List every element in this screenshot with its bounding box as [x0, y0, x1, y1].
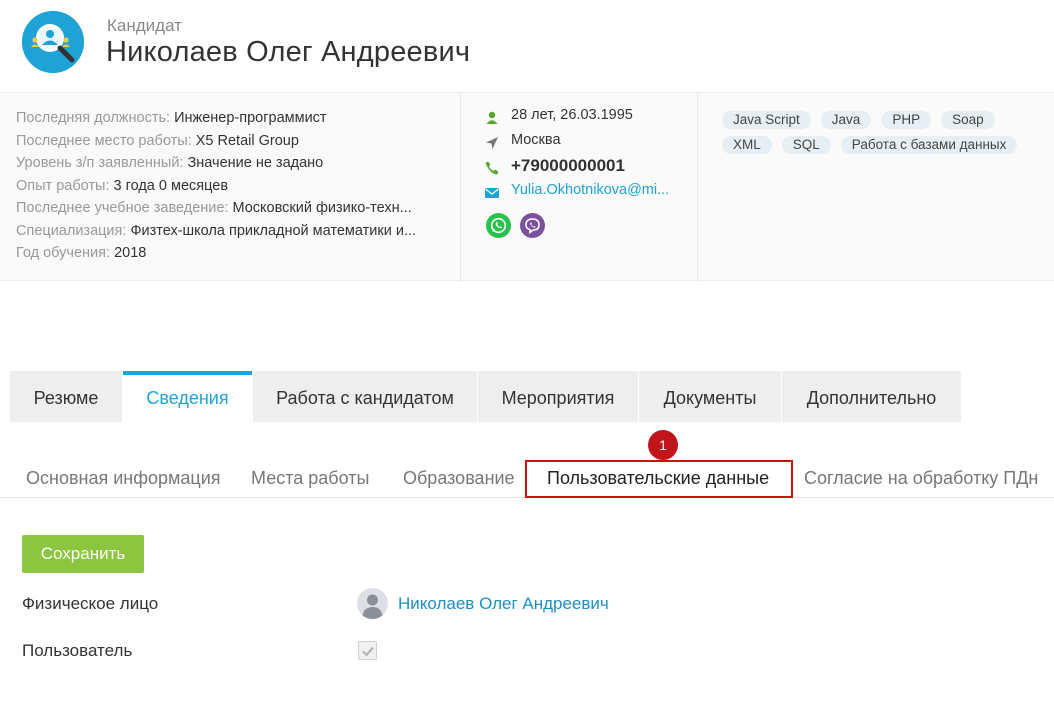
highlight-frame	[525, 460, 793, 498]
whatsapp-icon[interactable]	[486, 213, 511, 238]
info-row-salary: Уровень з/п заявленный: Значение не зада…	[16, 155, 324, 171]
user-label: Пользователь	[22, 641, 133, 660]
city-row: Москва	[484, 130, 684, 155]
phone-text[interactable]: +79000000001	[511, 156, 625, 176]
info-row-specialization: Специализация: Физтех-школа прикладной м…	[16, 222, 417, 239]
skill-tag: SQL	[781, 136, 831, 154]
skill-tag: Работа с базами данных	[840, 136, 1018, 154]
physical-person-link[interactable]: Николаев Олег Андреевич	[398, 594, 609, 614]
career-info: Последняя должность: Инженер-программист…	[16, 107, 448, 265]
email-row: Yulia.Okhotnikova@mi...	[484, 180, 684, 205]
checkmark-icon	[362, 646, 374, 657]
avatar	[357, 588, 388, 619]
skill-tag: Java Script	[722, 111, 811, 129]
subtab-consent[interactable]: Согласие на обработку ПДн	[804, 457, 1038, 498]
tab-resume[interactable]: Резюме	[10, 371, 122, 422]
candidate-label: Кандидат	[107, 16, 182, 35]
skill-tag: PHP	[881, 111, 932, 129]
envelope-icon	[485, 188, 499, 198]
tab-work-with-candidate[interactable]: Работа с кандидатом	[253, 371, 477, 422]
candidate-search-icon	[22, 11, 84, 73]
candidate-header: Кандидат Николаев Олег Андреевич	[0, 0, 1054, 92]
contact-info: 28 лет, 26.03.1995 Москва +79000000001 Y…	[484, 105, 684, 238]
skill-tag: XML	[722, 136, 772, 154]
subtab-education[interactable]: Образование	[403, 457, 515, 498]
email-link[interactable]: Yulia.Okhotnikova@mi...	[511, 182, 673, 198]
age-row: 28 лет, 26.03.1995	[484, 105, 684, 130]
location-arrow-icon	[486, 137, 498, 149]
subtab-basic-info[interactable]: Основная информация	[26, 457, 221, 498]
user-checkbox[interactable]	[358, 641, 377, 660]
info-row-experience: Опыт работы: 3 года 0 месяцев	[16, 177, 229, 194]
tab-additional[interactable]: Дополнительно	[782, 371, 961, 422]
skills-panel: Java Script Java PHP Soap XML SQL Работа…	[722, 111, 1042, 161]
candidate-name: Николаев Олег Андреевич	[106, 36, 471, 68]
step-badge: 1	[648, 430, 678, 460]
divider	[697, 93, 698, 282]
age-text: 28 лет, 26.03.1995	[511, 107, 633, 123]
info-row-last-workplace: Последнее место работы: X5 Retail Group	[16, 132, 299, 149]
divider	[460, 93, 461, 282]
tab-documents[interactable]: Документы	[639, 371, 781, 422]
save-button[interactable]: Сохранить	[22, 535, 144, 573]
person-icon	[486, 111, 498, 124]
messengers	[486, 213, 550, 238]
skill-tag: Java	[820, 111, 872, 129]
phone-row: +79000000001	[484, 155, 684, 180]
viber-icon[interactable]	[520, 213, 546, 238]
info-row-last-position: Последняя должность: Инженер-программист	[16, 110, 327, 126]
skill-tags: Java Script Java PHP Soap XML SQL Работа…	[722, 111, 1042, 161]
info-row-education: Последнее учебное заведение: Московский …	[16, 200, 412, 216]
main-tabs: Резюме Сведения Работа с кандидатом Меро…	[10, 371, 962, 422]
tab-events[interactable]: Мероприятия	[478, 371, 638, 422]
subtab-workplaces[interactable]: Места работы	[251, 457, 369, 498]
phone-icon	[485, 161, 499, 175]
candidate-info-panel: Последняя должность: Инженер-программист…	[0, 92, 1054, 282]
tab-details[interactable]: Сведения	[123, 371, 252, 422]
city-text: Москва	[511, 132, 561, 148]
physical-person-label: Физическое лицо	[22, 594, 159, 613]
info-row-study-year: Год обучения: 2018	[16, 245, 147, 261]
skill-tag: Soap	[941, 111, 995, 129]
